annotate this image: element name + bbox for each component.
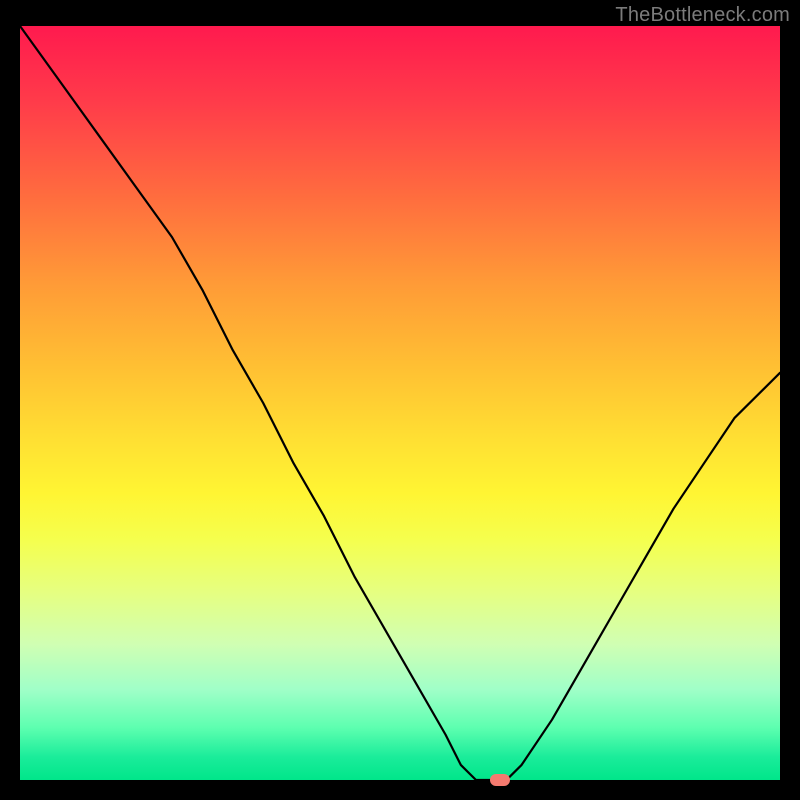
chart-stage: TheBottleneck.com [0, 0, 800, 800]
bottleneck-curve [20, 26, 780, 780]
plot-area [20, 26, 780, 780]
watermark-label: TheBottleneck.com [615, 4, 790, 27]
optimal-point-marker [490, 774, 510, 786]
